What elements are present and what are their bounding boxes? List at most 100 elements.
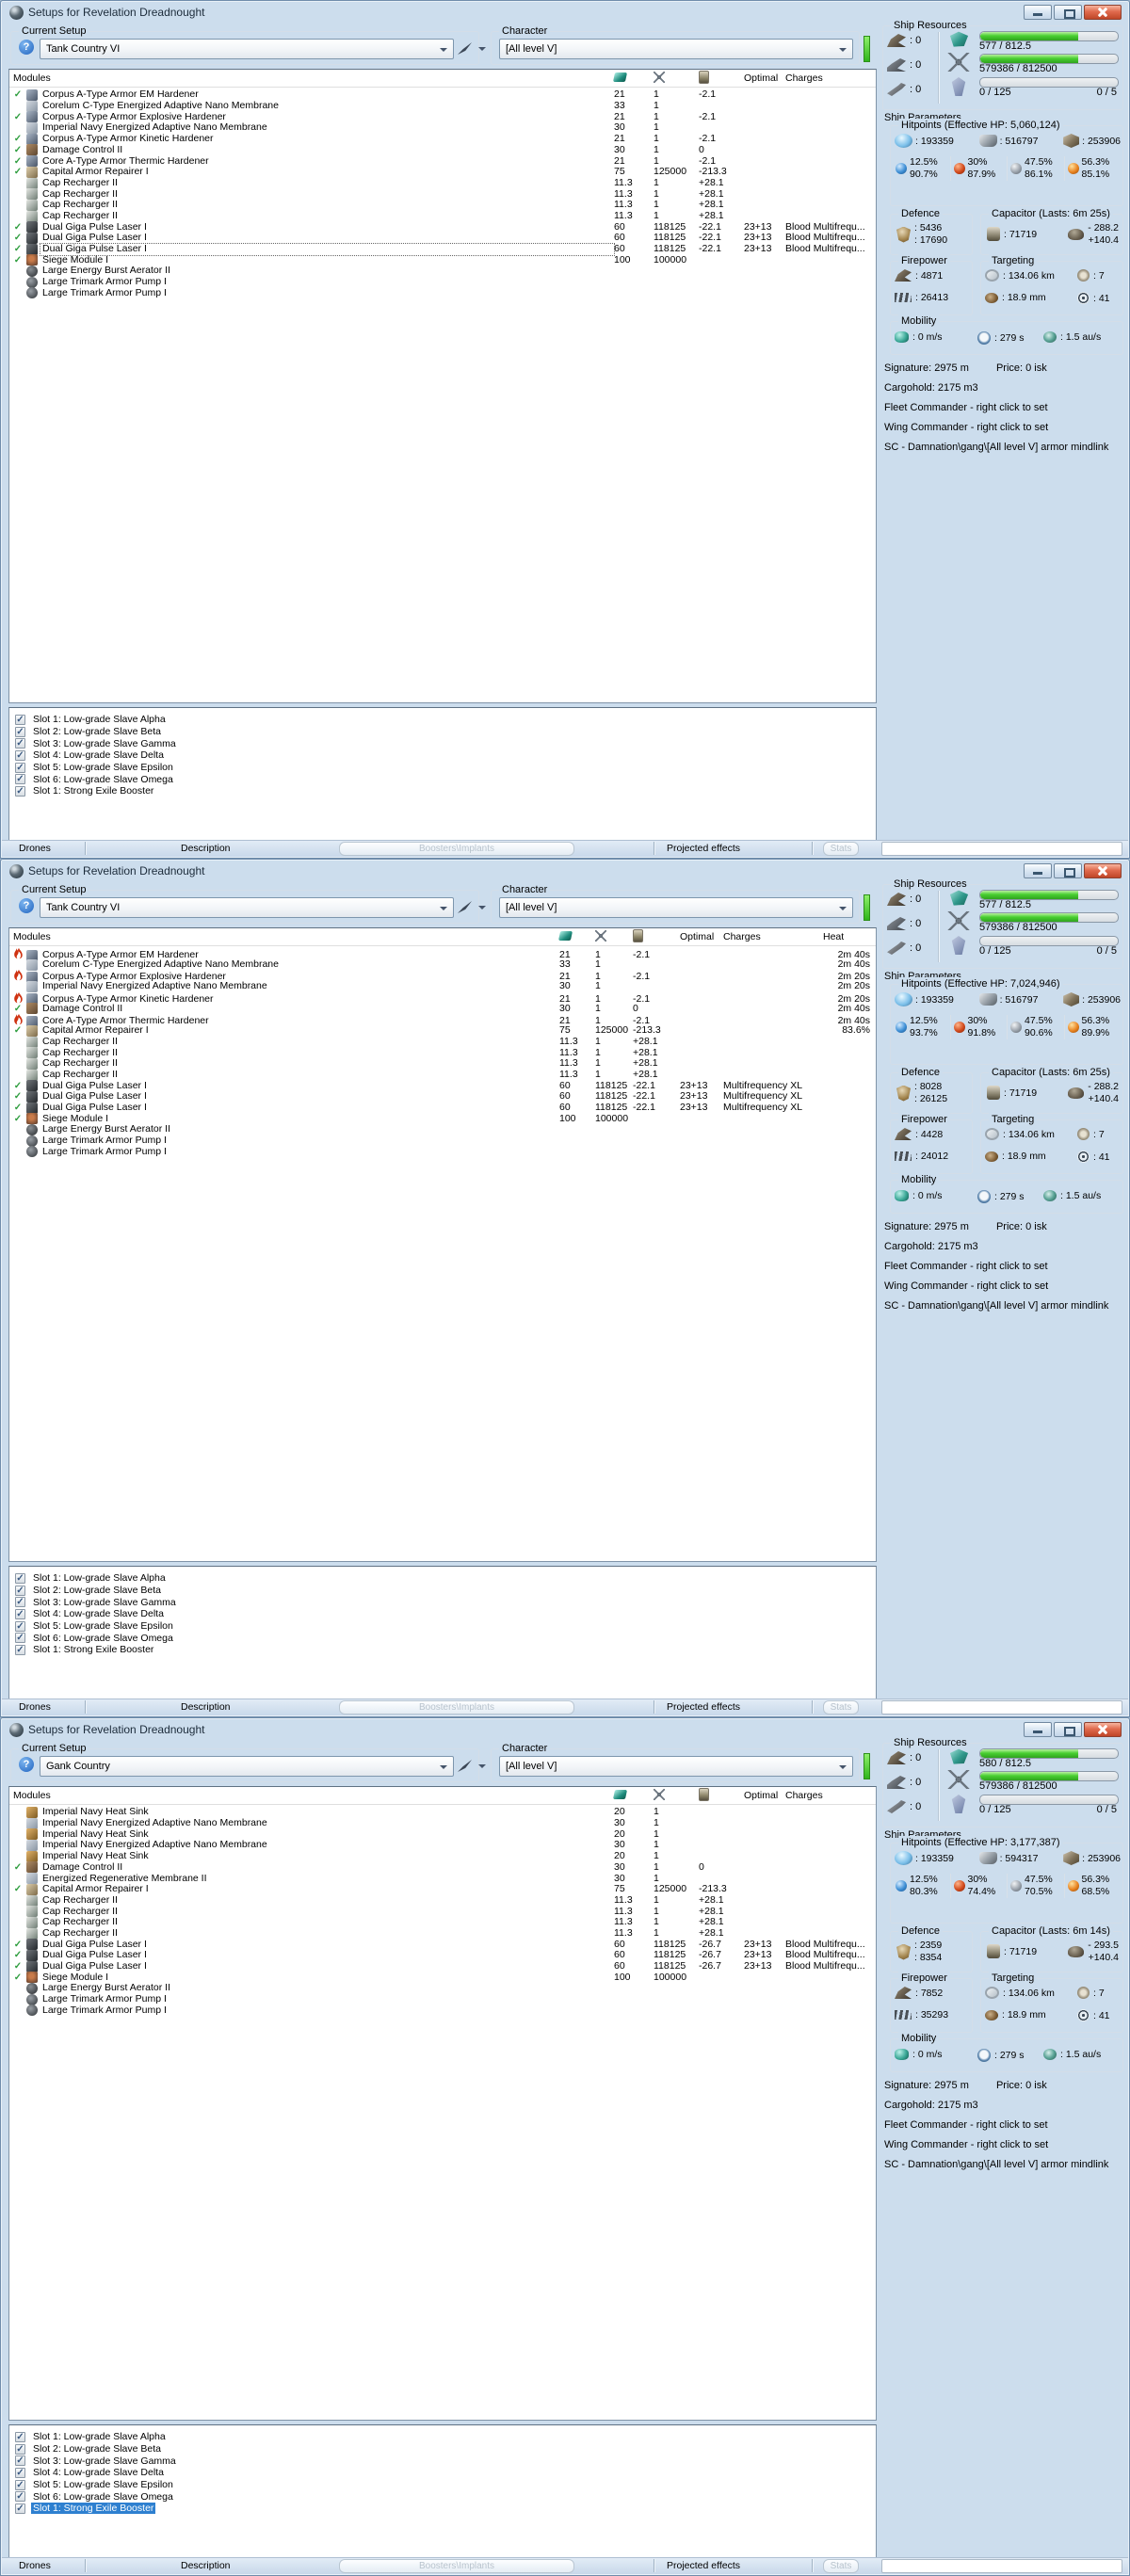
module-row[interactable]: ✓ Siege Module I 100 100000 — [9, 1113, 876, 1125]
close-button[interactable] — [1084, 5, 1122, 20]
wing-commander-text[interactable]: Wing Commander - right click to set — [884, 1277, 1127, 1296]
boosters-implants-button[interactable]: Boosters\Implants — [339, 2559, 574, 2573]
module-row[interactable]: ✓ Dual Giga Pulse Laser I 60 118125 -26.7 23+… — [9, 1939, 876, 1951]
maximize-button[interactable] — [1054, 1722, 1082, 1737]
minimize-button[interactable] — [1024, 863, 1052, 878]
module-row[interactable]: Cap Recharger II 11.3 1 +28.1 — [9, 1917, 876, 1928]
module-row[interactable]: Large Trimark Armor Pump I — [9, 1146, 876, 1158]
implant-row[interactable]: ✓ Slot 4: Low-grade Slave Delta — [15, 2467, 876, 2479]
implant-row[interactable]: ✓ Slot 1: Low-grade Slave Alpha — [15, 714, 876, 726]
stats-button[interactable]: Stats — [823, 842, 859, 856]
implant-checkbox[interactable]: ✓ — [15, 774, 25, 785]
character-dropdown[interactable]: [All level V] — [499, 897, 853, 918]
implant-checkbox[interactable]: ✓ — [15, 2443, 25, 2455]
module-row[interactable]: Large Energy Burst Aerator II — [9, 266, 876, 277]
minimize-button[interactable] — [1024, 1722, 1052, 1737]
module-row[interactable]: Cap Recharger II 11.3 1 +28.1 — [9, 188, 876, 201]
titlebar[interactable]: Setups for Revelation Dreadnought — [3, 861, 997, 880]
drones-tab[interactable]: Drones — [19, 2560, 51, 2571]
help-icon[interactable]: ? — [19, 40, 34, 55]
implant-checkbox[interactable]: ✓ — [15, 1572, 25, 1584]
stats-button[interactable]: Stats — [823, 1700, 859, 1715]
help-icon[interactable]: ? — [19, 898, 34, 913]
module-row[interactable]: ✓ Dual Giga Pulse Laser I 60 118125 -26.7 23+… — [9, 1950, 876, 1961]
module-row[interactable]: ✓ Siege Module I 100 100000 — [9, 254, 876, 266]
implant-row[interactable]: ✓ Slot 1: Low-grade Slave Alpha — [15, 2431, 876, 2443]
implant-row[interactable]: ✓ Slot 6: Low-grade Slave Omega — [15, 1632, 876, 1644]
module-row[interactable]: ✓ Dual Giga Pulse Laser I 60 118125 -22.1 23+… — [9, 1103, 876, 1114]
module-row[interactable]: ✓ Dual Giga Pulse Laser I 60 118125 -22.1 23+… — [9, 233, 876, 244]
module-row[interactable]: Corelum C-Type Energized Adaptive Nano M… — [9, 959, 876, 971]
boosters-implants-button[interactable]: Boosters\Implants — [339, 842, 574, 856]
close-button[interactable] — [1084, 1722, 1122, 1737]
projected-effects-tab[interactable]: Projected effects — [667, 2560, 740, 2571]
module-row[interactable]: ✓ Dual Giga Pulse Laser I 60 118125 -22.1 23+… — [9, 1080, 876, 1092]
module-row[interactable]: Large Energy Burst Aerator II — [9, 1983, 876, 1994]
module-row[interactable]: Imperial Navy Heat Sink 20 1 — [9, 1828, 876, 1841]
module-row[interactable]: Corpus A-Type Armor Explosive Hardener 21… — [9, 970, 876, 983]
module-row[interactable]: Large Energy Burst Aerator II — [9, 1124, 876, 1135]
module-row[interactable]: ✓ Siege Module I 100 100000 — [9, 1972, 876, 1984]
module-row[interactable]: Large Trimark Armor Pump I — [9, 2004, 876, 2017]
current-setup-dropdown[interactable]: Gank Country — [40, 1756, 454, 1777]
fleet-commander-text[interactable]: Fleet Commander - right click to set — [884, 1257, 1127, 1277]
implant-checkbox[interactable]: ✓ — [15, 738, 25, 749]
close-button[interactable] — [1084, 863, 1122, 878]
implant-checkbox[interactable]: ✓ — [15, 1597, 25, 1608]
implant-row[interactable]: ✓ Slot 3: Low-grade Slave Gamma — [15, 1596, 876, 1608]
wing-commander-text[interactable]: Wing Commander - right click to set — [884, 2135, 1127, 2155]
implant-checkbox[interactable]: ✓ — [15, 749, 25, 761]
module-row[interactable]: ✓ Capital Armor Repairer I 75 125000 -213.3 — [9, 167, 876, 178]
maximize-button[interactable] — [1054, 5, 1082, 20]
module-row[interactable]: Cap Recharger II 11.3 1 +28.1 — [9, 1927, 876, 1940]
implant-row[interactable]: ✓ Slot 1: Strong Exile Booster — [15, 785, 876, 797]
drones-tab[interactable]: Drones — [19, 843, 51, 854]
implant-row[interactable]: ✓ Slot 5: Low-grade Slave Epsilon — [15, 762, 876, 774]
module-row[interactable]: Cap Recharger II 11.3 1 +28.1 — [9, 1036, 876, 1048]
implant-row[interactable]: ✓ Slot 1: Strong Exile Booster — [15, 2503, 876, 2515]
implant-checkbox[interactable]: ✓ — [15, 2431, 25, 2442]
implant-checkbox[interactable]: ✓ — [15, 2503, 25, 2514]
module-row[interactable]: Cap Recharger II 11.3 1 +28.1 — [9, 1069, 876, 1081]
module-row[interactable]: ✓ Dual Giga Pulse Laser I 60 118125 -22.1 23+… — [9, 221, 876, 233]
implant-checkbox[interactable]: ✓ — [15, 2467, 25, 2478]
module-row[interactable]: Imperial Navy Energized Adaptive Nano Me… — [9, 1818, 876, 1829]
implant-checkbox[interactable]: ✓ — [15, 714, 25, 725]
module-row[interactable]: ✓ Capital Armor Repairer I 75 125000 -213.3 8… — [9, 1025, 876, 1037]
implant-checkbox[interactable]: ✓ — [15, 1585, 25, 1596]
module-row[interactable]: Corelum C-Type Energized Adaptive Nano M… — [9, 101, 876, 112]
module-row[interactable]: ✓ Dual Giga Pulse Laser I 60 118125 -22.1 23+… — [9, 1091, 876, 1103]
help-icon[interactable]: ? — [19, 1757, 34, 1772]
ship-browser-button[interactable] — [458, 40, 486, 57]
implant-row[interactable]: ✓ Slot 1: Low-grade Slave Alpha — [15, 1572, 876, 1585]
boosters-implants-button[interactable]: Boosters\Implants — [339, 1700, 574, 1715]
fleet-commander-text[interactable]: Fleet Commander - right click to set — [884, 398, 1127, 418]
module-row[interactable]: Large Trimark Armor Pump I — [9, 276, 876, 288]
module-row[interactable]: Imperial Navy Energized Adaptive Nano Me… — [9, 1840, 876, 1852]
module-row[interactable]: Imperial Navy Heat Sink 20 1 — [9, 1807, 876, 1818]
drones-tab[interactable]: Drones — [19, 1701, 51, 1713]
implant-row[interactable]: ✓ Slot 3: Low-grade Slave Gamma — [15, 2455, 876, 2467]
ship-browser-button[interactable] — [458, 1758, 486, 1775]
module-row[interactable]: Core A-Type Armor Thermic Hardener 21 1 -2.… — [9, 1014, 876, 1027]
current-setup-dropdown[interactable]: Tank Country VI — [40, 39, 454, 59]
projected-effects-tab[interactable]: Projected effects — [667, 843, 740, 854]
implant-checkbox[interactable]: ✓ — [15, 1608, 25, 1619]
implant-row[interactable]: ✓ Slot 1: Strong Exile Booster — [15, 1644, 876, 1656]
module-row[interactable]: Cap Recharger II 11.3 1 +28.1 — [9, 1906, 876, 1918]
implant-row[interactable]: ✓ Slot 5: Low-grade Slave Epsilon — [15, 2479, 876, 2491]
implant-row[interactable]: ✓ Slot 2: Low-grade Slave Beta — [15, 2443, 876, 2455]
implant-checkbox[interactable]: ✓ — [15, 785, 25, 797]
implant-row[interactable]: ✓ Slot 6: Low-grade Slave Omega — [15, 773, 876, 785]
implant-row[interactable]: ✓ Slot 4: Low-grade Slave Delta — [15, 1608, 876, 1620]
implant-row[interactable]: ✓ Slot 2: Low-grade Slave Beta — [15, 726, 876, 738]
description-tab[interactable]: Description — [181, 843, 231, 854]
module-row[interactable]: ✓ Dual Giga Pulse Laser I 60 118125 -26.7 23+… — [9, 1961, 876, 1972]
implant-checkbox[interactable]: ✓ — [15, 1633, 25, 1644]
module-row[interactable]: ✓ Dual Giga Pulse Laser I 60 118125 -22.1 23+… — [9, 243, 876, 256]
current-setup-dropdown[interactable]: Tank Country VI — [40, 897, 454, 918]
module-row[interactable]: Cap Recharger II 11.3 1 +28.1 — [9, 1894, 876, 1907]
implant-checkbox[interactable]: ✓ — [15, 2479, 25, 2490]
module-row[interactable]: ✓ Corpus A-Type Armor Kinetic Hardener 21 1… — [9, 134, 876, 145]
description-tab[interactable]: Description — [181, 2560, 231, 2571]
